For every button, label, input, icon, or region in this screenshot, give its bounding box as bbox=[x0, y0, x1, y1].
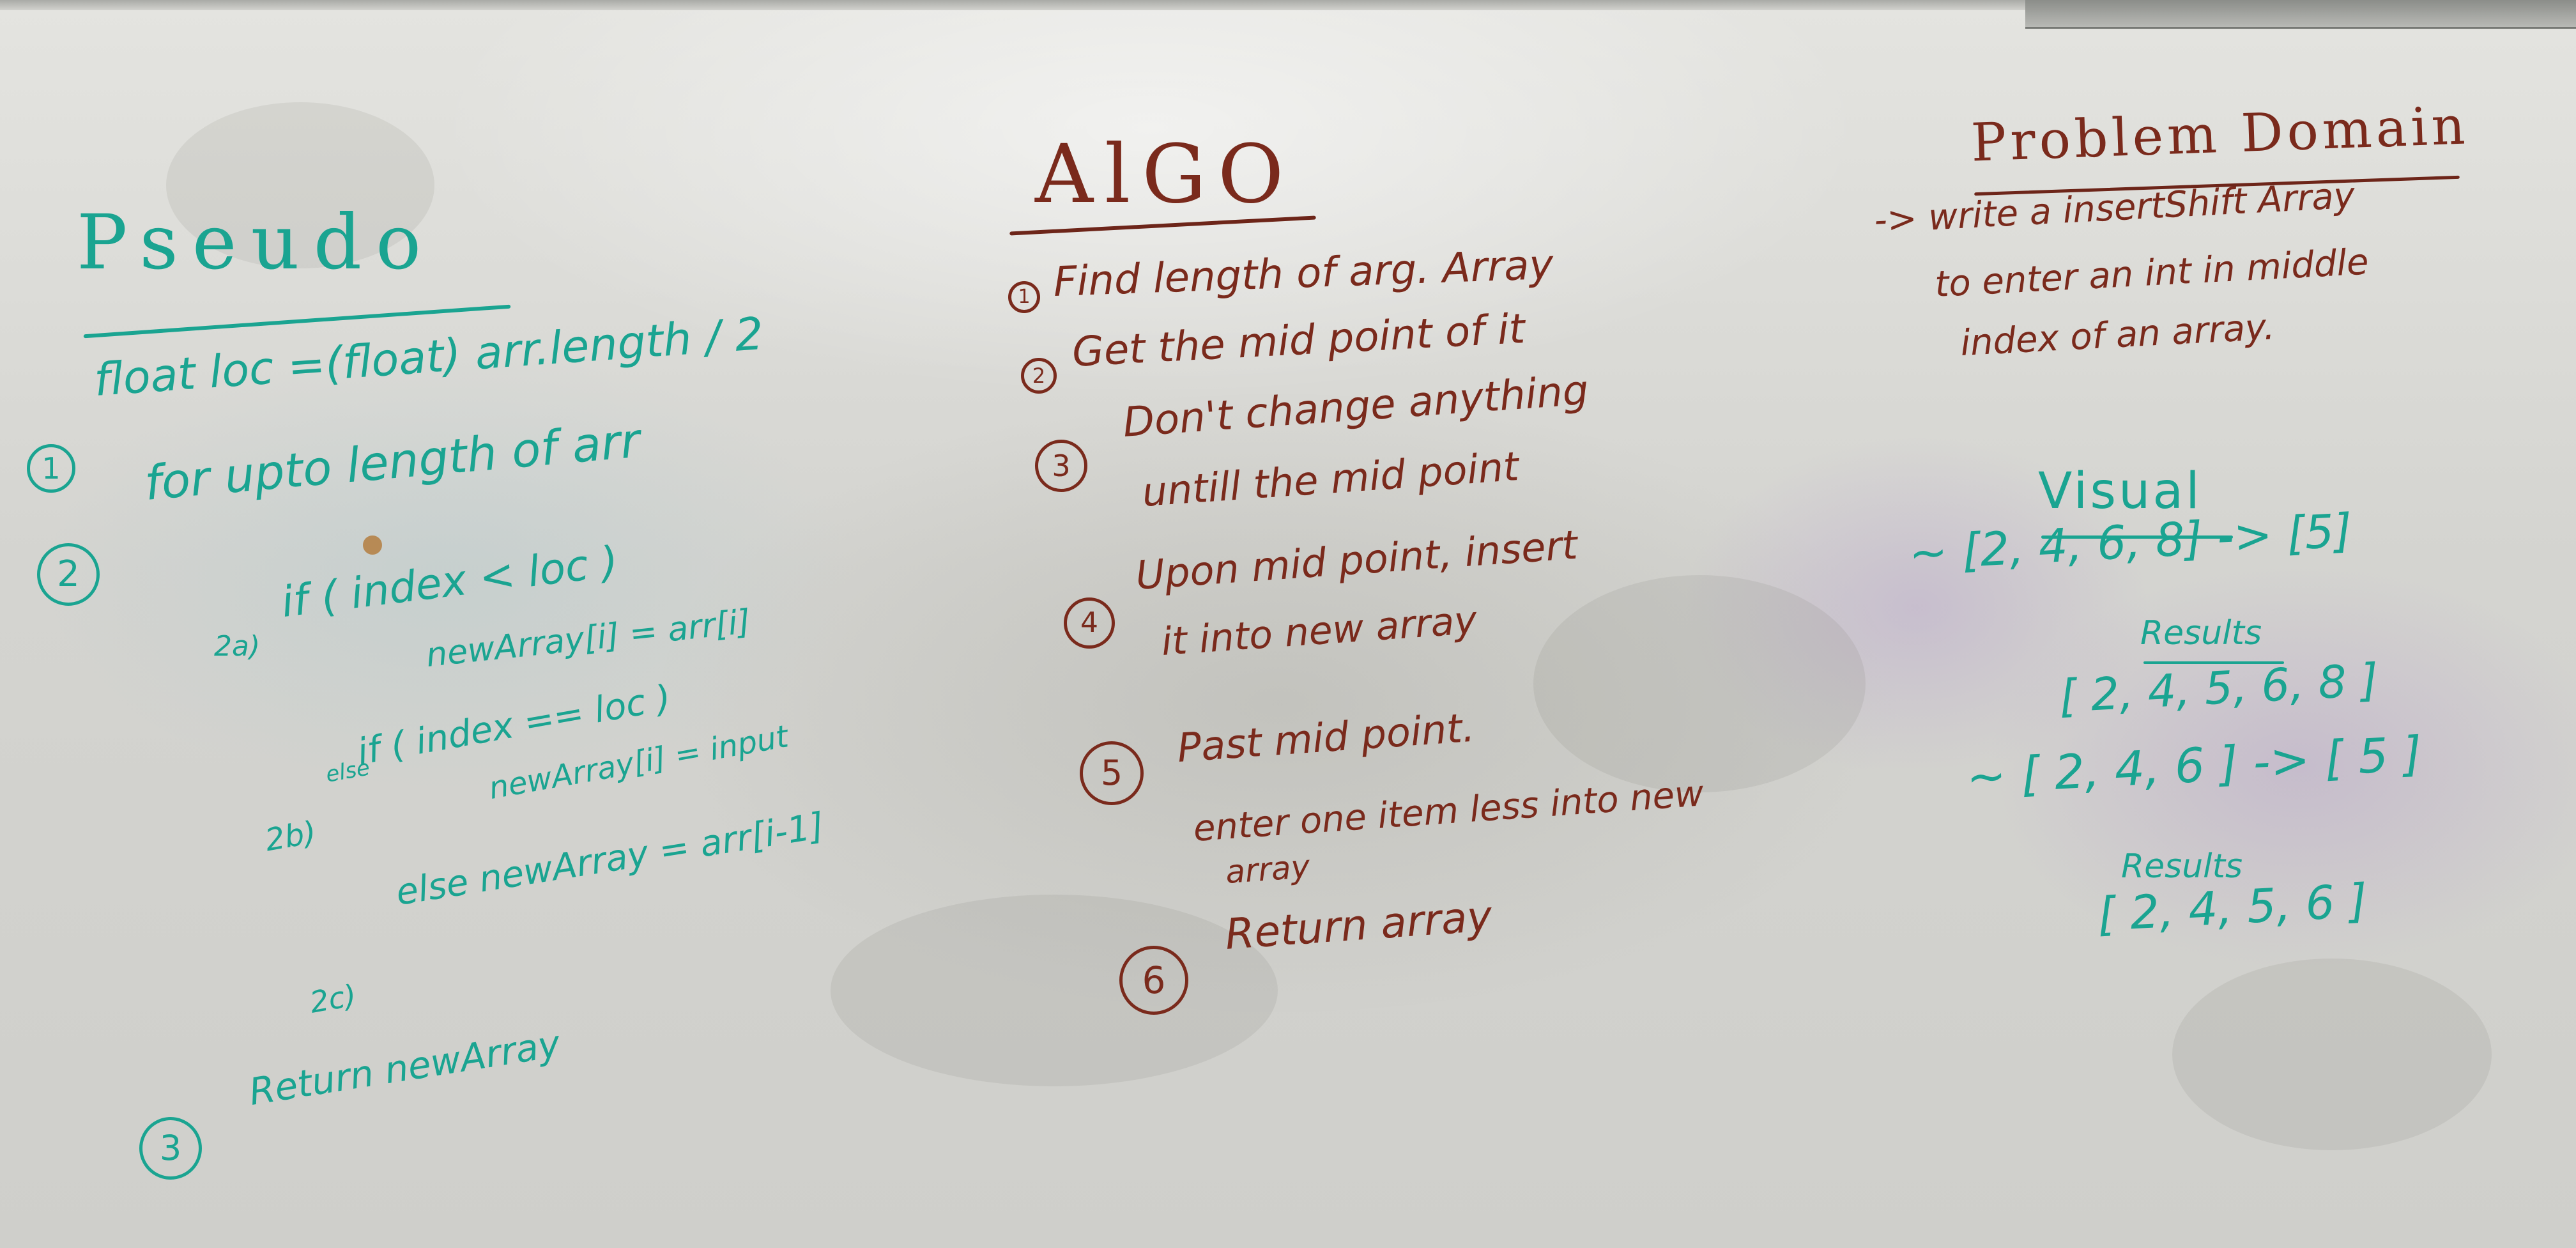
problem-line-1: -> write a insertShift Array bbox=[1873, 174, 2356, 242]
pseudo-line-2a-body: newArray[i] = arr[i] bbox=[424, 603, 753, 675]
visual-example-2-results-label: Results bbox=[2121, 847, 2243, 886]
algo-step-6-circle: 6 bbox=[1119, 946, 1188, 1015]
smudge bbox=[831, 895, 1278, 1086]
pseudo-line-2c: else newArray = arr[i-1] bbox=[393, 805, 827, 914]
smudge bbox=[1533, 575, 1866, 792]
algo-step-5-circle: 5 bbox=[1080, 741, 1144, 805]
problem-line-3: index of an array. bbox=[1959, 306, 2276, 364]
visual-title: Visual bbox=[2038, 463, 2202, 520]
algo-step-5-line-b: enter one item less into new bbox=[1192, 773, 1705, 850]
algo-step-5-line-a: Past mid point. bbox=[1176, 704, 1476, 771]
pseudo-line-2a: if ( index < loc ) bbox=[279, 536, 621, 627]
pseudo-line-2c-label: 2c) bbox=[307, 978, 359, 1020]
algo-step-5-line-c: array bbox=[1224, 847, 1311, 891]
algo-step-3-line-a: Don't change anything bbox=[1121, 367, 1590, 447]
pseudo-line-2a-label: 2a) bbox=[214, 630, 261, 663]
pseudo-line-3: Return newArray bbox=[246, 1021, 564, 1114]
pseudo-step-2-circle: 2 bbox=[37, 543, 100, 606]
pseudo-line-2b-label: 2b) bbox=[262, 814, 319, 859]
algo-step-1-circle: 1 bbox=[1008, 281, 1040, 313]
pseudo-title: Pseudo bbox=[77, 198, 436, 286]
algo-step-2: Get the mid point of it bbox=[1071, 305, 1526, 376]
algo-step-3-line-b: untill the mid point bbox=[1140, 442, 1521, 516]
algo-step-4-circle: 4 bbox=[1064, 597, 1115, 649]
problem-line-2: to enter an int in middle bbox=[1933, 241, 2370, 305]
visual-example-2-output: [ 2, 4, 5, 6 ] bbox=[2096, 873, 2369, 941]
algo-step-3-circle: 3 bbox=[1035, 440, 1087, 492]
algo-step-1: Find length of arg. Array bbox=[1052, 241, 1554, 306]
visual-example-2-input: ~ [ 2, 4, 6 ] -> [ 5 ] bbox=[1965, 726, 2423, 805]
algo-step-2-circle: 2 bbox=[1021, 358, 1057, 394]
pseudo-step-3-circle: 3 bbox=[139, 1117, 202, 1180]
board-frame-corner bbox=[2025, 0, 2576, 29]
algo-step-4-line-b: it into new array bbox=[1160, 597, 1478, 665]
pseudo-line-2: for upto length of arr bbox=[142, 413, 642, 511]
problem-domain-title: Problem Domain bbox=[1970, 95, 2471, 174]
visual-example-1-results-label: Results bbox=[2140, 614, 2262, 652]
smudge bbox=[2172, 959, 2492, 1150]
algo-step-4-line-a: Upon mid point, insert bbox=[1134, 521, 1579, 599]
visual-example-1-input: ~ [2, 4, 6, 8] -> [5] bbox=[1907, 503, 2354, 580]
whiteboard: Pseudo 1 float loc =(float) arr.length /… bbox=[0, 0, 2576, 1248]
stain-dot bbox=[363, 535, 382, 555]
pseudo-line-1: float loc =(float) arr.length / 2 bbox=[92, 307, 765, 406]
pseudo-step-1-circle: 1 bbox=[27, 444, 75, 493]
algo-step-6: Return array bbox=[1223, 891, 1494, 959]
visual-example-1-output: [ 2, 4, 5, 6, 8 ] bbox=[2058, 653, 2380, 723]
algo-title: AlGO bbox=[1035, 127, 1296, 221]
